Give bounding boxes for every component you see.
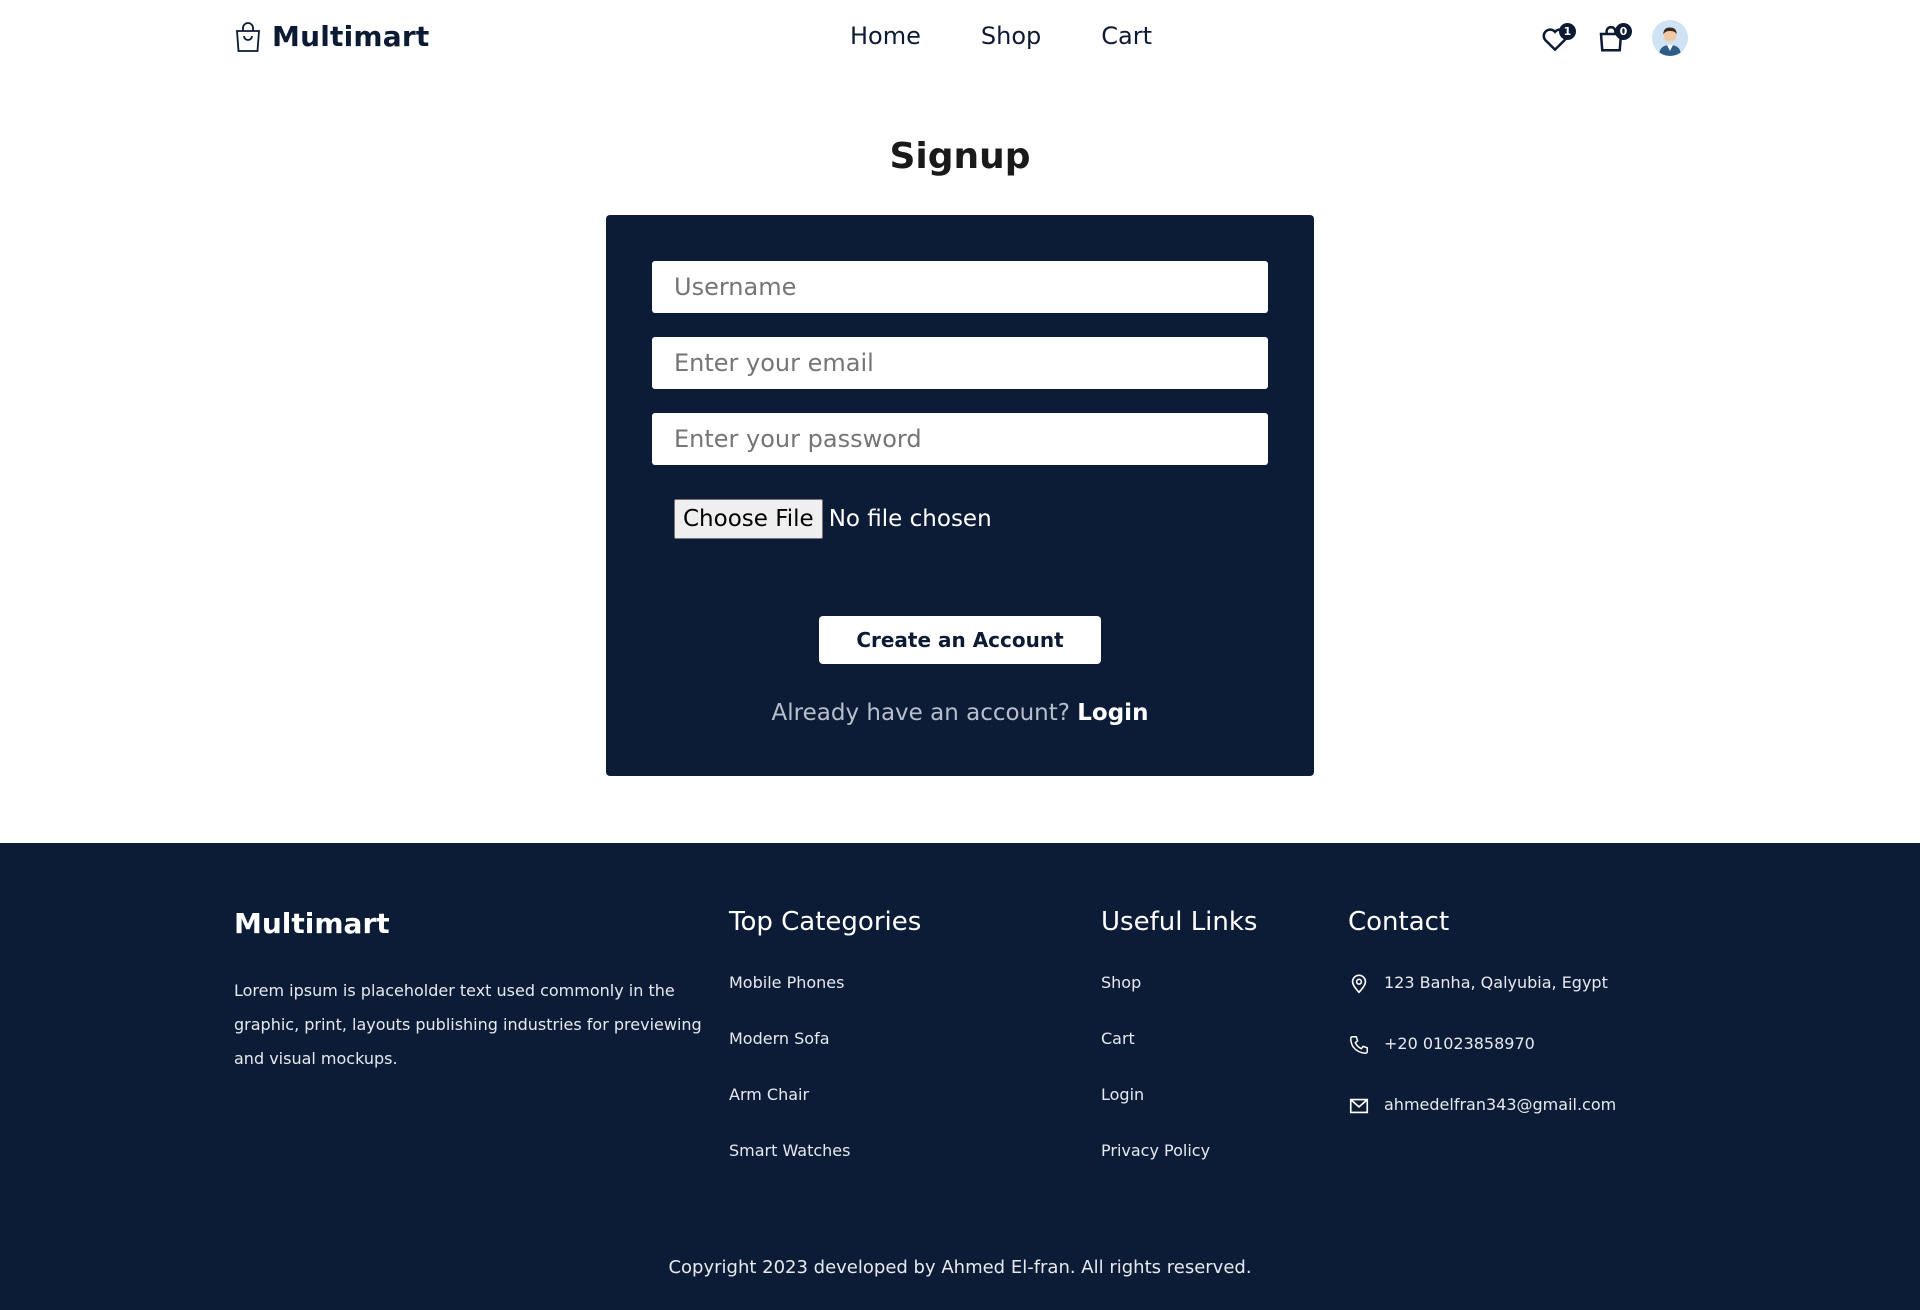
username-input[interactable] bbox=[652, 261, 1268, 313]
cart-count-badge: 0 bbox=[1615, 23, 1632, 40]
email-input[interactable] bbox=[652, 337, 1268, 389]
footer-brand: Multimart bbox=[234, 907, 390, 940]
footer-link-item[interactable]: Login bbox=[1101, 1085, 1257, 1141]
footer-categories: Top Categories Mobile Phones Modern Sofa… bbox=[729, 907, 921, 1197]
footer-links-title: Useful Links bbox=[1101, 907, 1258, 937]
contact-address-text: 123 Banha, Qalyubia, Egypt bbox=[1384, 973, 1608, 992]
signup-form: Choose File No file chosen Create an Acc… bbox=[606, 215, 1314, 776]
brand-logo[interactable]: Multimart bbox=[234, 20, 429, 53]
footer-link-item[interactable]: Cart bbox=[1101, 1029, 1257, 1085]
site-footer: Multimart Lorem ipsum is placeholder tex… bbox=[0, 843, 1920, 1310]
footer-links: Useful Links Shop Cart Login Privacy Pol… bbox=[1101, 907, 1257, 1197]
user-avatar-icon bbox=[1652, 20, 1688, 56]
copyright-text: Copyright 2023 developed by Ahmed El-fra… bbox=[668, 1257, 1252, 1278]
footer-contact: Contact 123 Banha, Qalyubia, Egypt +20 0… bbox=[1348, 907, 1616, 1156]
footer-category-item[interactable]: Mobile Phones bbox=[729, 973, 921, 1029]
footer-categories-title: Top Categories bbox=[729, 907, 922, 937]
phone-icon bbox=[1350, 1036, 1368, 1054]
header-actions: 1 0 bbox=[1540, 20, 1688, 56]
footer-categories-list: Mobile Phones Modern Sofa Arm Chair Smar… bbox=[729, 973, 921, 1197]
footer-link-item[interactable]: Shop bbox=[1101, 973, 1257, 1029]
footer-description: Lorem ipsum is placeholder text used com… bbox=[234, 981, 702, 1068]
cart-button[interactable]: 0 bbox=[1596, 21, 1632, 55]
nav-home[interactable]: Home bbox=[850, 22, 921, 50]
user-avatar[interactable] bbox=[1652, 20, 1688, 56]
file-upload: Choose File No file chosen bbox=[674, 499, 992, 539]
login-prompt-text: Already have an account? bbox=[771, 700, 1070, 726]
contact-phone-text[interactable]: +20 01023858970 bbox=[1384, 1034, 1535, 1053]
contact-address: 123 Banha, Qalyubia, Egypt bbox=[1348, 973, 1616, 1034]
footer-category-item[interactable]: Modern Sofa bbox=[729, 1029, 921, 1085]
wishlist-button[interactable]: 1 bbox=[1540, 21, 1576, 55]
shopping-bag-icon bbox=[236, 21, 260, 52]
choose-file-button[interactable]: Choose File bbox=[674, 499, 823, 539]
page-title: Signup bbox=[889, 136, 1031, 177]
contact-email-text[interactable]: ahmedelfran343@gmail.com bbox=[1384, 1095, 1616, 1114]
contact-phone: +20 01023858970 bbox=[1348, 1034, 1616, 1095]
wishlist-count-badge: 1 bbox=[1559, 23, 1576, 40]
create-account-button[interactable]: Create an Account bbox=[819, 616, 1101, 664]
footer-link-item[interactable]: Privacy Policy bbox=[1101, 1141, 1257, 1197]
file-status-text: No file chosen bbox=[828, 506, 992, 532]
footer-contact-list: 123 Banha, Qalyubia, Egypt +20 010238589… bbox=[1348, 973, 1616, 1156]
footer-about: Multimart Lorem ipsum is placeholder tex… bbox=[234, 907, 704, 1076]
nav-cart[interactable]: Cart bbox=[1101, 22, 1152, 50]
site-header: Multimart Home Shop Cart 1 0 bbox=[0, 0, 1920, 76]
login-link[interactable]: Login bbox=[1077, 700, 1148, 726]
main-nav: Home Shop Cart bbox=[850, 22, 1152, 50]
footer-category-item[interactable]: Smart Watches bbox=[729, 1141, 921, 1197]
footer-contact-title: Contact bbox=[1348, 907, 1450, 937]
nav-shop[interactable]: Shop bbox=[981, 22, 1041, 50]
footer-category-item[interactable]: Arm Chair bbox=[729, 1085, 921, 1141]
brand-name: Multimart bbox=[272, 20, 430, 53]
map-pin-icon bbox=[1351, 974, 1367, 994]
password-input[interactable] bbox=[652, 413, 1268, 465]
contact-email: ahmedelfran343@gmail.com bbox=[1348, 1095, 1616, 1156]
login-prompt-line: Already have an account? Login bbox=[606, 700, 1314, 726]
mail-icon bbox=[1349, 1098, 1369, 1114]
footer-links-list: Shop Cart Login Privacy Policy bbox=[1101, 973, 1257, 1197]
